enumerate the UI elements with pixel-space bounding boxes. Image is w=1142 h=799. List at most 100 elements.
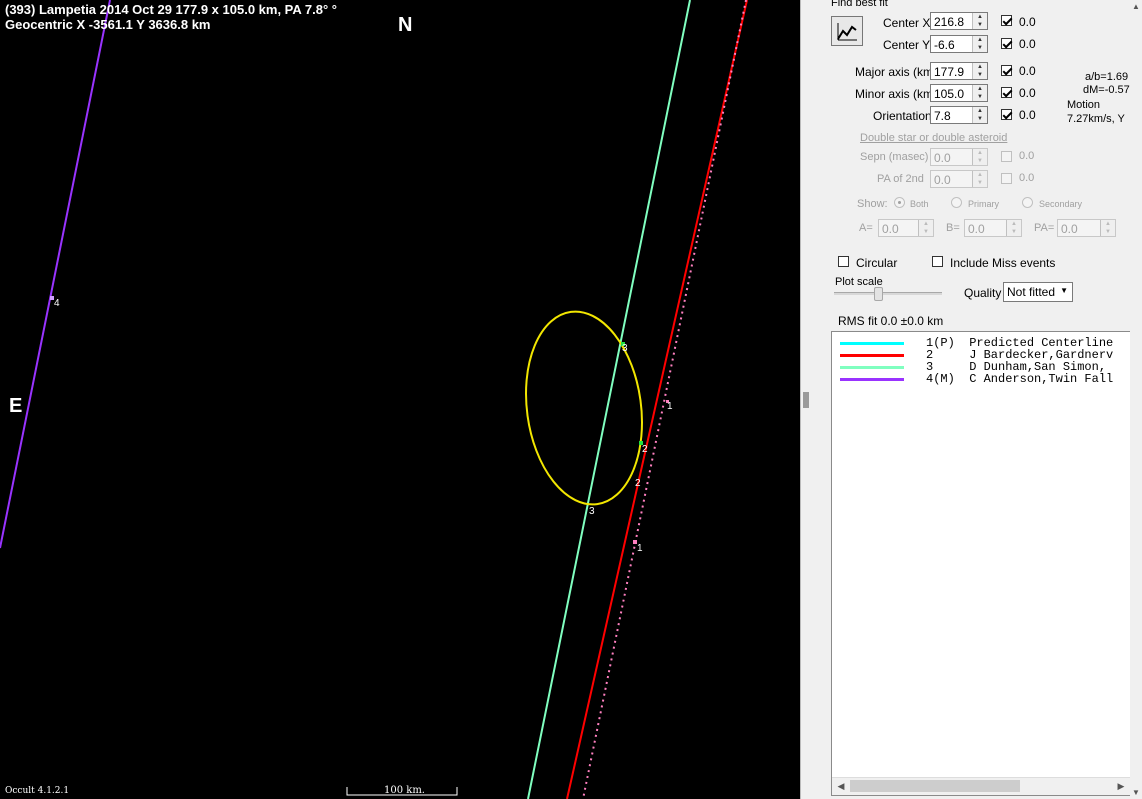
circular-checkbox[interactable] [838,256,849,267]
east-label: E [9,395,23,417]
a-spinner[interactable]: ▲ ▼ [918,220,933,236]
major-axis-checkbox[interactable] [1001,65,1012,76]
legend-swatch [840,366,904,369]
center-y-label: Center Y [883,38,931,52]
north-label: N [398,14,413,36]
show-both-radio[interactable] [894,197,905,208]
ab-ratio: a/b=1.69 [1085,71,1129,83]
sepn-value: 0.0 [934,151,951,165]
scroll-left-icon[interactable]: ◀ [834,779,848,793]
scroll-down-icon[interactable]: ▼ [1132,788,1140,797]
b-value: 0.0 [968,222,985,236]
observer-legend[interactable]: 1(P) Predicted Centerline 2 J Bardecker,… [831,331,1131,796]
window-vertical-scrollbar[interactable]: ▲ ▼ [1130,0,1142,799]
motion-value: 7.27km/s, Y [1067,113,1125,125]
chord-2-line [566,0,748,799]
orientation-input[interactable]: 7.8 ▲ ▼ [930,106,988,124]
center-y-fit-value: 0.0 [1019,37,1036,51]
pa-spinner[interactable]: ▲ ▼ [1100,220,1115,236]
orientation-spinner[interactable]: ▲ ▼ [972,107,987,123]
chord-label-3-upper: 3 [622,343,628,354]
orientation-fit-value: 0.0 [1019,108,1036,122]
motion-label: Motion [1067,99,1101,111]
pa2nd-checkbox[interactable] [1001,173,1012,184]
major-axis-spinner[interactable]: ▲ ▼ [972,63,987,79]
double-star-link[interactable]: Double star or double asteroid [860,132,1007,144]
center-y-checkbox[interactable] [1001,38,1012,49]
center-x-input[interactable]: 216.8 ▲ ▼ [930,12,988,30]
orientation-checkbox[interactable] [1001,109,1012,120]
rms-fit: RMS fit 0.0 ±0.0 km [838,314,944,328]
show-secondary-label: Secondary [1039,199,1083,209]
b-input[interactable]: 0.0 ▲ ▼ [964,219,1022,237]
show-label: Show: [857,198,888,210]
quality-label: Quality [964,286,1002,300]
orientation-label: Orientation [873,109,932,123]
fit-panel: Find best fit Center X 216.8 ▲ ▼ 0.0 Cente… [814,0,1142,799]
delta-magnitude: dM=-0.57 [1083,84,1130,96]
pa-label: PA= [1034,222,1055,234]
include-miss-label: Include Miss events [950,256,1056,270]
a-label: A= [859,222,873,234]
plot-area[interactable]: (393) Lampetia 2014 Oct 29 177.9 x 105.0… [0,0,800,799]
circular-label: Circular [856,256,898,270]
show-secondary-radio[interactable] [1022,197,1033,208]
include-miss-checkbox[interactable] [932,256,943,267]
scroll-up-icon[interactable]: ▲ [1132,2,1140,11]
legend-horizontal-scrollbar[interactable]: ◀ ▶ [832,777,1130,795]
a-input[interactable]: 0.0 ▲ ▼ [878,219,934,237]
minor-axis-input[interactable]: 105.0 ▲ ▼ [930,84,988,102]
sepn-input[interactable]: 0.0 ▲ ▼ [930,148,988,166]
minor-axis-label: Minor axis (km) [855,87,938,101]
pa2nd-fit-value: 0.0 [1019,172,1035,184]
fit-chart-icon [837,23,857,41]
legend-swatch [840,342,904,345]
quality-value: Not fitted [1007,285,1056,299]
sepn-label: Sepn (masec) [860,151,929,163]
major-axis-fit-value: 0.0 [1019,64,1036,78]
center-y-spinner[interactable]: ▲ ▼ [972,36,987,52]
center-x-value: 216.8 [934,15,965,29]
pa2nd-label: PA of 2nd [877,173,924,185]
pa-input[interactable]: 0.0 ▲ ▼ [1057,219,1116,237]
minor-axis-checkbox[interactable] [1001,87,1012,98]
plot-header-title: (393) Lampetia 2014 Oct 29 177.9 x 105.0… [5,2,337,17]
sepn-spinner[interactable]: ▲ ▼ [972,149,987,165]
find-best-fit-button[interactable] [831,16,863,46]
center-x-checkbox[interactable] [1001,15,1012,26]
pa2nd-input[interactable]: 0.0 ▲ ▼ [930,170,988,188]
chord-label-2-upper: 2 [642,444,648,455]
legend-row[interactable]: 4(M) C Anderson,Twin Fall [832,372,1130,386]
plot-scale-slider[interactable] [874,287,883,301]
scroll-thumb[interactable] [850,780,1020,792]
legend-swatch [840,354,904,357]
sepn-checkbox[interactable] [1001,151,1012,162]
scroll-right-icon[interactable]: ▶ [1114,779,1128,793]
pa-value: 0.0 [1061,222,1078,236]
major-axis-label: Major axis (km) [855,65,938,79]
splitter-grip[interactable] [803,392,809,408]
plot-canvas [0,0,748,799]
minor-axis-spinner[interactable]: ▲ ▼ [972,85,987,101]
chord-1-line [582,0,747,799]
b-spinner[interactable]: ▲ ▼ [1006,220,1021,236]
center-x-label: Center X [883,16,931,30]
plot-scale-track[interactable] [834,292,942,295]
major-axis-input[interactable]: 177.9 ▲ ▼ [930,62,988,80]
minor-axis-value: 105.0 [934,87,965,101]
center-y-value: -6.6 [934,38,955,52]
find-best-fit-label: Find best fit [831,0,888,9]
center-y-input[interactable]: -6.6 ▲ ▼ [930,35,988,53]
chord-label-4: 4 [54,298,60,309]
quality-select[interactable]: Not fitted ▼ [1003,282,1073,302]
show-primary-radio[interactable] [951,197,962,208]
major-axis-value: 177.9 [934,65,965,79]
legend-swatch [840,378,904,381]
center-x-fit-value: 0.0 [1019,15,1036,29]
sepn-fit-value: 0.0 [1019,150,1035,162]
a-value: 0.0 [882,222,899,236]
pa2nd-spinner[interactable]: ▲ ▼ [972,171,987,187]
orientation-value: 7.8 [934,109,951,123]
asteroid-profile-ellipse [525,310,643,506]
center-x-spinner[interactable]: ▲ ▼ [972,13,987,29]
